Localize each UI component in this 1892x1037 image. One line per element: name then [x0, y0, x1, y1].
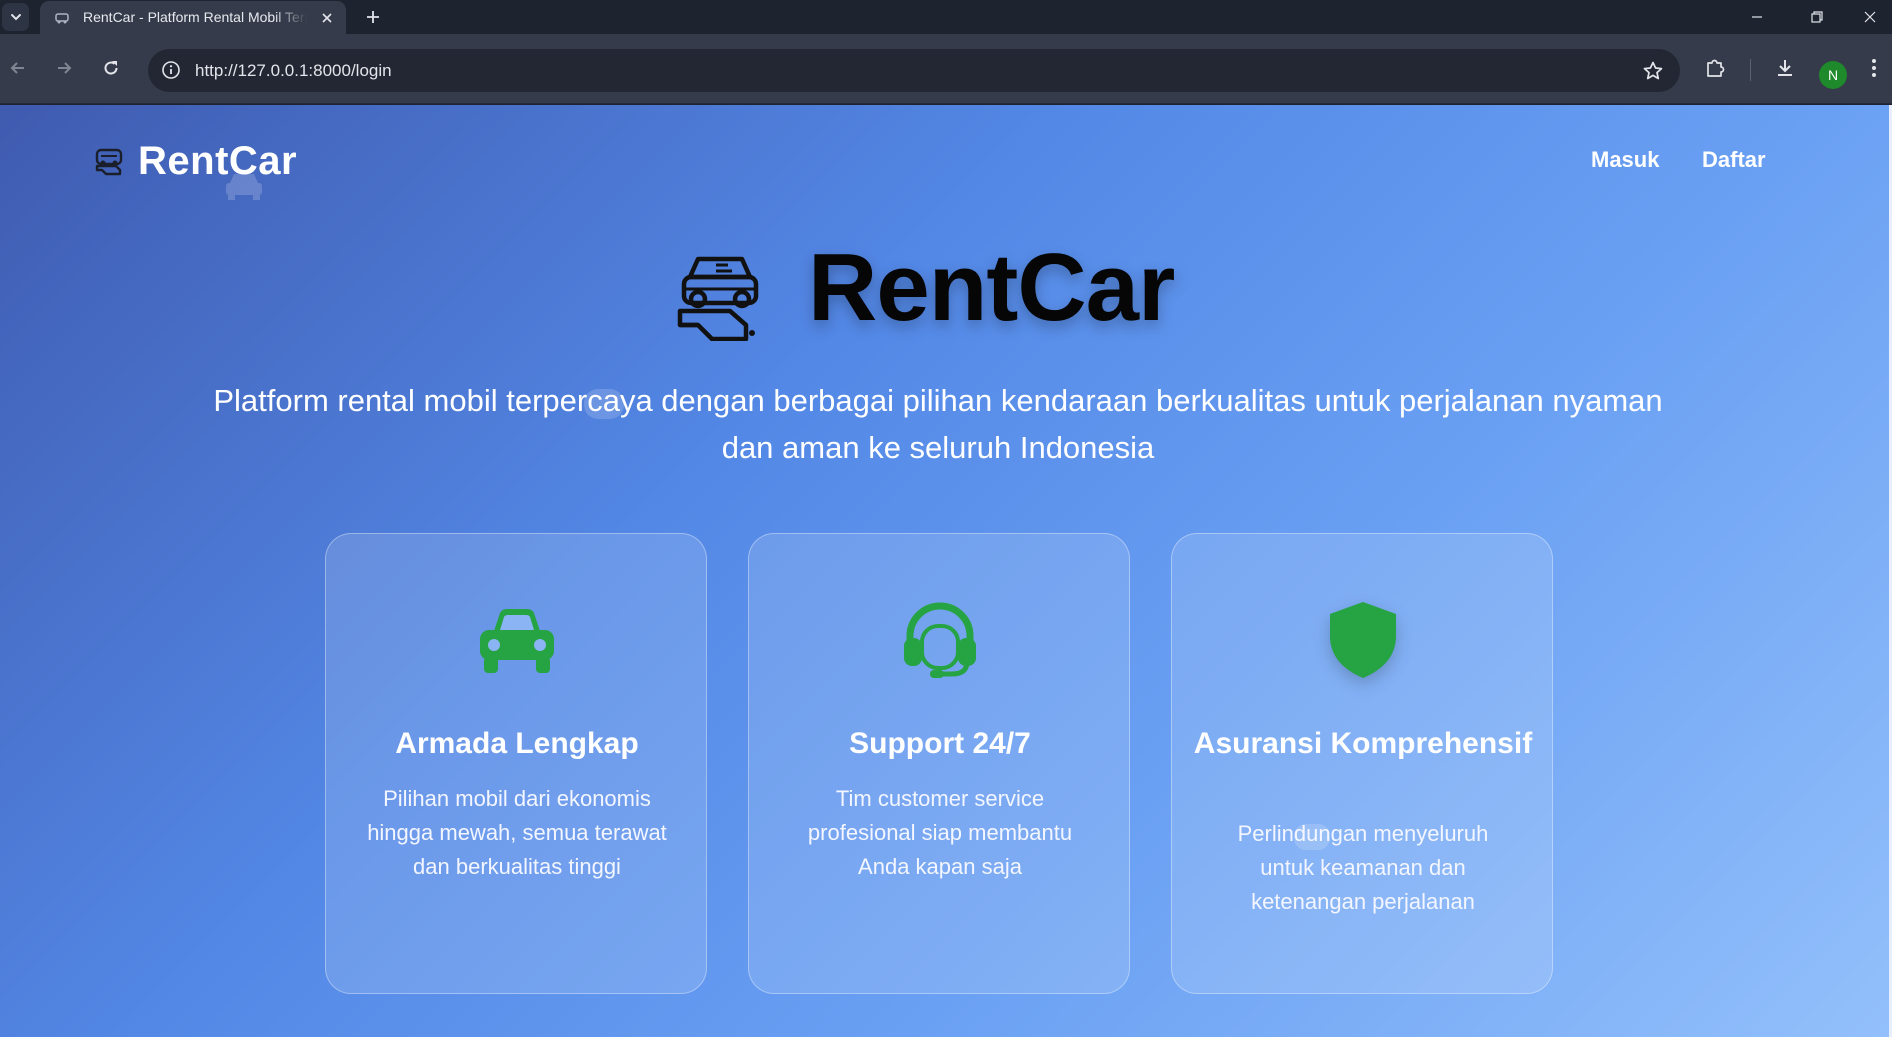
restore-icon — [1811, 11, 1823, 23]
extensions-button[interactable] — [1697, 50, 1733, 86]
feature-card-fleet: Armada Lengkap Pilihan mobil dari ekonom… — [325, 533, 707, 994]
address-bar[interactable]: http://127.0.0.1:8000/login — [148, 49, 1680, 92]
more-vertical-icon — [1872, 59, 1876, 77]
hero-title: RentCar — [808, 234, 1175, 341]
feature-description: Tim customer service profesional siap me… — [807, 786, 1073, 879]
feature-card-support: Support 24/7 Tim customer service profes… — [748, 533, 1130, 994]
close-icon[interactable] — [318, 9, 336, 27]
url-text[interactable]: http://127.0.0.1:8000/login — [195, 61, 392, 81]
back-button[interactable] — [0, 50, 36, 86]
nav-link-register[interactable]: Daftar — [1702, 147, 1766, 173]
profile-avatar[interactable]: N — [1819, 61, 1847, 89]
tab-search-button[interactable] — [2, 3, 29, 31]
minimize-icon — [1752, 16, 1762, 18]
feature-card-insurance: Asuransi Komprehensif Perlindungan menye… — [1171, 533, 1553, 994]
car-service-icon — [55, 13, 69, 24]
browser-toolbar: http://127.0.0.1:8000/login N — [0, 34, 1892, 104]
brand-logo-text[interactable]: RentCar — [138, 139, 297, 184]
hero-subtitle: Platform rental mobil terpercaya dengan … — [213, 383, 1663, 465]
reload-icon — [104, 61, 118, 75]
top-navbar: RentCar Masuk Daftar — [0, 105, 1892, 215]
headset-icon — [900, 600, 980, 680]
decorative-car-icon — [226, 174, 262, 200]
minimize-button[interactable] — [1727, 0, 1787, 34]
bookmark-star-icon[interactable] — [1642, 60, 1664, 82]
arrow-left-icon — [10, 62, 24, 74]
toolbar-separator — [1750, 59, 1751, 81]
feature-description: Pilihan mobil dari ekonomis hingga mewah… — [367, 786, 667, 879]
feature-title: Support 24/7 — [849, 727, 1031, 760]
nav-link-login[interactable]: Masuk — [1591, 147, 1659, 173]
window-close-button[interactable] — [1847, 0, 1892, 34]
feature-title: Armada Lengkap — [395, 727, 639, 760]
feature-title: Asuransi Komprehensif — [1193, 727, 1533, 760]
browser-menu-button[interactable] — [1862, 50, 1886, 86]
download-icon — [1778, 60, 1792, 76]
decorative-car-icon — [1294, 824, 1330, 850]
site-info-icon[interactable] — [158, 57, 184, 83]
browser-tabstrip: RentCar - Platform Rental Mobil Terperca… — [0, 0, 1892, 34]
tab-title: RentCar - Platform Rental Mobil Terperca… — [83, 9, 307, 25]
browser-tab-active[interactable]: RentCar - Platform Rental Mobil Terperca… — [40, 1, 346, 34]
car-service-icon — [677, 256, 759, 341]
car-service-icon — [95, 148, 123, 176]
shield-icon — [1323, 600, 1403, 680]
car-icon — [477, 600, 557, 680]
new-tab-button[interactable] — [362, 6, 384, 28]
plus-icon — [367, 11, 379, 23]
page-viewport: RentCar Masuk Daftar RentCar Platform re… — [0, 105, 1892, 1037]
restore-button[interactable] — [1787, 0, 1847, 34]
feature-description: Perlindungan menyeluruh untuk keamanan d… — [1237, 821, 1489, 914]
arrow-right-icon — [58, 62, 72, 74]
chevron-down-icon — [10, 14, 21, 21]
forward-button[interactable] — [46, 50, 82, 86]
downloads-button[interactable] — [1767, 50, 1803, 86]
puzzle-icon — [1707, 59, 1725, 77]
reload-button[interactable] — [93, 50, 129, 86]
close-icon — [1864, 11, 1875, 23]
